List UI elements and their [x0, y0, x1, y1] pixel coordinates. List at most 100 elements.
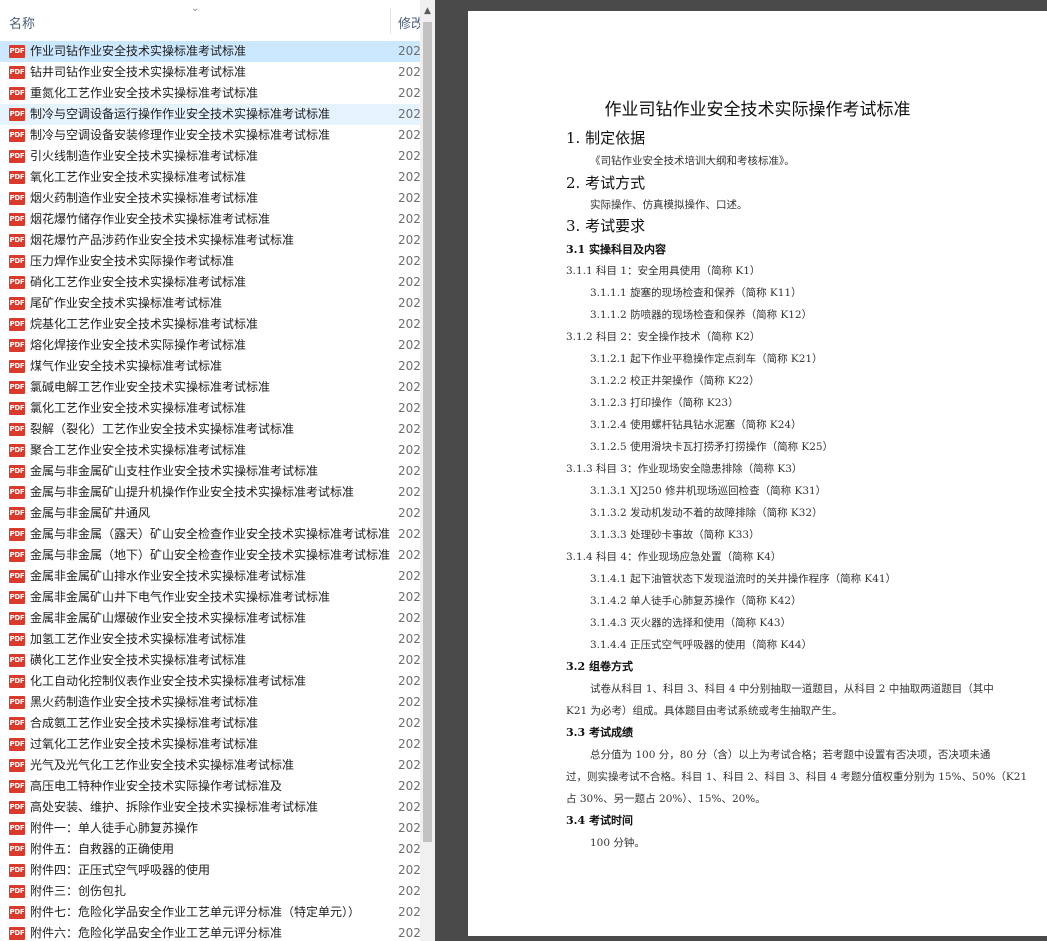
file-row[interactable]: PDF 烟火药制造作业安全技术实操标准考试标准 2020/8/26	[0, 188, 420, 209]
file-row[interactable]: PDF 氧化工艺作业安全技术实操标准考试标准 2020/8/26	[0, 167, 420, 188]
file-row[interactable]: PDF 附件四：正压式空气呼吸器的使用 2020/8/26	[0, 860, 420, 881]
file-name: 金属非金属矿山爆破作业安全技术实操标准考试标准	[30, 611, 307, 625]
file-row[interactable]: PDF 黑火药制造作业安全技术实操标准考试标准 2020/8/26	[0, 692, 420, 713]
file-name: 引火线制造作业安全技术实操标准考试标准	[30, 149, 259, 163]
file-row[interactable]: PDF 金属非金属矿山爆破作业安全技术实操标准考试标准 2020/8/26	[0, 608, 420, 629]
file-row[interactable]: PDF 金属与非金属矿山支柱作业安全技术实操标准考试标准 2020/8/26	[0, 461, 420, 482]
file-modified-date: 2020/8/26	[398, 527, 420, 541]
column-divider[interactable]	[390, 8, 391, 34]
file-row[interactable]: PDF 烟花爆竹储存作业安全技术实操标准考试标准 2020/8/26	[0, 209, 420, 230]
file-row[interactable]: PDF 裂解（裂化）工艺作业安全技术实操标准考试标准 2020/8/26	[0, 419, 420, 440]
file-name: 黑火药制造作业安全技术实操标准考试标准	[30, 695, 259, 709]
file-row[interactable]: PDF 熔化焊接作业安全技术实际操作考试标准 2020/8/26	[0, 335, 420, 356]
file-name: 合成氨工艺作业安全技术实操标准考试标准	[30, 716, 259, 730]
file-row[interactable]: PDF 加氢工艺作业安全技术实操标准考试标准 2020/8/26	[0, 629, 420, 650]
pdf-file-icon: PDF	[9, 66, 25, 79]
preview-pane: 作业司钻作业安全技术实际操作考试标准 1. 制定依据 《司钻作业安全技术培训大纲…	[435, 0, 1047, 941]
column-header-name[interactable]: 名称	[9, 13, 35, 32]
scrollbar-thumb[interactable]	[423, 22, 432, 842]
doc-line: 3.1.3.3 处理砂卡事故（简称 K33）	[590, 529, 760, 541]
document-page: 作业司钻作业安全技术实际操作考试标准 1. 制定依据 《司钻作业安全技术培训大纲…	[468, 11, 1047, 936]
column-header-modified[interactable]: 修改日期	[398, 13, 420, 32]
file-row[interactable]: PDF 制冷与空调设备安装修理作业安全技术实操标准考试标准 2020/8/26	[0, 125, 420, 146]
file-name: 高压电工特种作业安全技术实际操作考试标准及	[30, 779, 283, 793]
pdf-file-icon: PDF	[9, 507, 25, 520]
pdf-file-icon: PDF	[9, 612, 25, 625]
file-row[interactable]: PDF 金属与非金属矿井通风 2020/8/26	[0, 503, 420, 524]
file-row[interactable]: PDF 引火线制造作业安全技术实操标准考试标准 2020/8/26	[0, 146, 420, 167]
file-name: 硝化工艺作业安全技术实操标准考试标准	[30, 275, 247, 289]
file-modified-date: 2020/8/26	[398, 569, 420, 583]
file-row[interactable]: PDF 金属非金属矿山井下电气作业安全技术实操标准考试标准 2020/8/26	[0, 587, 420, 608]
subsection-heading: 3.1 实操科目及内容	[566, 243, 666, 256]
file-row[interactable]: PDF 氯化工艺作业安全技术实操标准考试标准 2020/8/26	[0, 398, 420, 419]
file-name: 制冷与空调设备运行操作作业安全技术实操标准考试标准	[30, 107, 331, 121]
file-modified-date: 2020/8/26	[398, 86, 420, 100]
file-name: 烟火药制造作业安全技术实操标准考试标准	[30, 191, 259, 205]
file-row[interactable]: PDF 附件五：自救器的正确使用 2020/8/26	[0, 839, 420, 860]
file-row[interactable]: PDF 金属与非金属（地下）矿山安全检查作业安全技术实操标准考试标准 2020/8/…	[0, 545, 420, 566]
file-row[interactable]: PDF 煤气作业安全技术实操标准考试标准 2020/8/26	[0, 356, 420, 377]
file-row[interactable]: PDF 金属与非金属（露天）矿山安全检查作业安全技术实操标准考试标准 2020/8/…	[0, 524, 420, 545]
file-row[interactable]: PDF 附件六：危险化学品安全作业工艺单元评分标准 2020/8/26	[0, 923, 420, 941]
file-modified-date: 2020/8/26	[398, 65, 420, 79]
file-row[interactable]: PDF 高处安装、维护、拆除作业安全技术实操标准考试标准 2020/8/26	[0, 797, 420, 818]
pdf-file-icon: PDF	[9, 780, 25, 793]
file-row[interactable]: PDF 烷基化工艺作业安全技术实操标准考试标准 2020/8/26	[0, 314, 420, 335]
pdf-file-icon: PDF	[9, 192, 25, 205]
file-row[interactable]: PDF 附件七：危险化学品安全作业工艺单元评分标准（特定单元）） 2020/8/26	[0, 902, 420, 923]
paragraph: 过，则实操考试不合格。科目 1、科目 2、科目 3、科目 4 考题分值权重分别为…	[566, 771, 1028, 783]
file-row[interactable]: PDF 硝化工艺作业安全技术实操标准考试标准 2020/8/26	[0, 272, 420, 293]
file-row[interactable]: PDF 金属与非金属矿山提升机操作作业安全技术实操标准考试标准 2020/8/26	[0, 482, 420, 503]
file-row[interactable]: PDF 烟花爆竹产品涉药作业安全技术实操标准考试标准 2020/8/26	[0, 230, 420, 251]
file-modified-date: 2020/8/26	[398, 653, 420, 667]
paragraph: 《司钻作业安全技术培训大纲和考核标准》。	[590, 155, 795, 167]
section-heading: 1. 制定依据	[566, 129, 646, 147]
pdf-file-icon: PDF	[9, 486, 25, 499]
file-modified-date: 2020/8/26	[398, 716, 420, 730]
pdf-file-icon: PDF	[9, 402, 25, 415]
file-row[interactable]: PDF 钻井司钻作业安全技术实操标准考试标准 2020/8/26	[0, 62, 420, 83]
file-name: 附件六：危险化学品安全作业工艺单元评分标准	[30, 926, 283, 940]
pdf-file-icon: PDF	[9, 87, 25, 100]
file-row[interactable]: PDF 尾矿作业安全技术实操标准考试标准 2020/8/26	[0, 293, 420, 314]
file-row[interactable]: PDF 聚合工艺作业安全技术实操标准考试标准 2020/8/26	[0, 440, 420, 461]
file-name: 金属非金属矿山排水作业安全技术实操标准考试标准	[30, 569, 307, 583]
pdf-file-icon: PDF	[9, 570, 25, 583]
file-name: 熔化焊接作业安全技术实际操作考试标准	[30, 338, 247, 352]
file-row[interactable]: PDF 制冷与空调设备运行操作作业安全技术实操标准考试标准 2020/8/26	[0, 104, 420, 125]
file-row[interactable]: PDF 合成氨工艺作业安全技术实操标准考试标准 2020/8/26	[0, 713, 420, 734]
paragraph: 占 30%、另一题占 20%）、15%、20%。	[566, 793, 766, 805]
pdf-file-icon: PDF	[9, 759, 25, 772]
file-modified-date: 2020/8/26	[398, 905, 420, 919]
scroll-up-arrow-icon[interactable]: ▲	[420, 6, 435, 16]
file-name: 附件七：危险化学品安全作业工艺单元评分标准（特定单元））	[30, 905, 361, 919]
pdf-file-icon: PDF	[9, 129, 25, 142]
file-row[interactable]: PDF 磺化工艺作业安全技术实操标准考试标准 2020/8/26	[0, 650, 420, 671]
file-row[interactable]: PDF 附件一：单人徒手心肺复苏操作 2020/8/26	[0, 818, 420, 839]
file-row[interactable]: PDF 光气及光气化工艺作业安全技术实操标准考试标准 2020/8/26	[0, 755, 420, 776]
file-row[interactable]: PDF 化工自动化控制仪表作业安全技术实操标准考试标准 2020/8/26	[0, 671, 420, 692]
file-name: 尾矿作业安全技术实操标准考试标准	[30, 296, 223, 310]
file-row[interactable]: PDF 附件三：创伤包扎 2020/8/26	[0, 881, 420, 902]
file-row[interactable]: PDF 重氮化工艺作业安全技术实操标准考试标准 2020/8/26	[0, 83, 420, 104]
file-row[interactable]: PDF 压力焊作业安全技术实际操作考试标准 2020/8/26	[0, 251, 420, 272]
file-modified-date: 2020/8/26	[398, 380, 420, 394]
pdf-file-icon: PDF	[9, 927, 25, 940]
pdf-file-icon: PDF	[9, 822, 25, 835]
pdf-file-icon: PDF	[9, 864, 25, 877]
pdf-file-icon: PDF	[9, 108, 25, 121]
file-modified-date: 2020/8/26	[398, 275, 420, 289]
pdf-file-icon: PDF	[9, 906, 25, 919]
file-row[interactable]: PDF 氯碱电解工艺作业安全技术实操标准考试标准 2020/8/26	[0, 377, 420, 398]
vertical-scrollbar[interactable]: ▲	[420, 0, 435, 941]
pdf-file-icon: PDF	[9, 360, 25, 373]
file-row[interactable]: PDF 高压电工特种作业安全技术实际操作考试标准及 2020/8/26	[0, 776, 420, 797]
pdf-file-icon: PDF	[9, 339, 25, 352]
file-name: 高处安装、维护、拆除作业安全技术实操标准考试标准	[30, 800, 319, 814]
file-row[interactable]: PDF 金属非金属矿山排水作业安全技术实操标准考试标准 2020/8/26	[0, 566, 420, 587]
pdf-file-icon: PDF	[9, 297, 25, 310]
file-row[interactable]: PDF 过氧化工艺作业安全技术实操标准考试标准 2020/8/26	[0, 734, 420, 755]
file-row[interactable]: PDF 作业司钻作业安全技术实操标准考试标准 2020/8/26	[0, 41, 420, 62]
doc-line: 3.1.2 科目 2：安全操作技术（简称 K2）	[566, 331, 761, 343]
